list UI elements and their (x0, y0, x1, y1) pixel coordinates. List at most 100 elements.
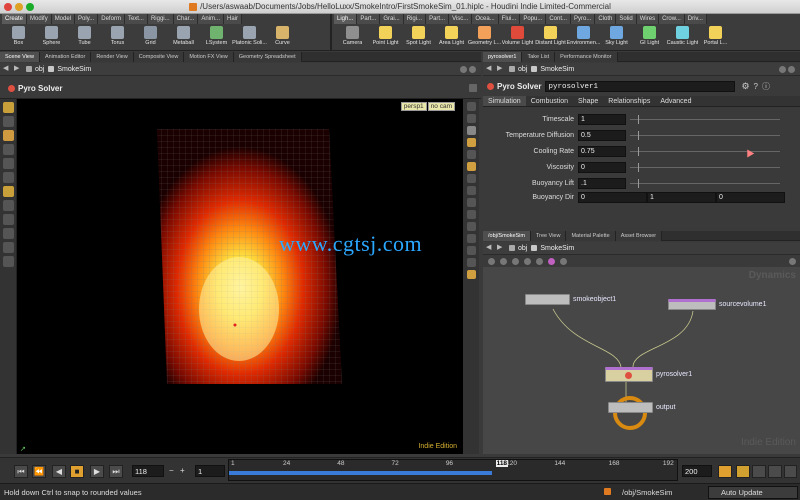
net-path-node[interactable]: SmokeSim (531, 245, 574, 252)
goto-end-button[interactable]: ⏭ (109, 465, 123, 478)
shelf-right-tab-cloth[interactable]: Cloth (595, 14, 617, 24)
stop-button[interactable]: ■ (70, 465, 84, 478)
scale-tool-icon[interactable] (2, 172, 14, 183)
cooling-rate-slider[interactable] (630, 146, 780, 156)
tool-metaball[interactable]: Metaball (167, 25, 200, 51)
shelf-left-tab-create[interactable]: Create (2, 14, 28, 24)
shelf-right-tab-grai[interactable]: Grai... (380, 14, 404, 24)
buoyancy-dir-y-field[interactable]: 1 (647, 191, 716, 203)
play-forward-button[interactable]: ▶ (90, 465, 104, 478)
shelf-right-tab-crow[interactable]: Crow... (659, 14, 685, 24)
shelf-right-tab-ocea[interactable]: Ocea... (472, 14, 499, 24)
snap-icon[interactable] (524, 258, 531, 265)
shelf-right-tab-cont[interactable]: Cont... (546, 14, 572, 24)
param-subtab-combustion[interactable]: Combustion (526, 96, 573, 106)
net-forward-arrow-icon[interactable]: ▶ (497, 244, 505, 252)
node-output[interactable]: output (608, 396, 675, 430)
close-window-button[interactable] (4, 3, 12, 11)
tab-animation-editor[interactable]: Animation Editor (39, 52, 92, 62)
buoyancy-dir-z-field[interactable]: 0 (716, 191, 785, 203)
dependency-icon[interactable] (536, 258, 543, 265)
minimize-window-button[interactable] (15, 3, 23, 11)
forward-arrow-icon[interactable]: ▶ (14, 65, 22, 73)
shading-icon[interactable] (466, 126, 476, 135)
param-subtab-simulation[interactable]: Simulation (483, 96, 526, 106)
net-path-context[interactable]: obj (509, 245, 527, 252)
wire-icon[interactable] (466, 246, 476, 255)
gear-icon[interactable]: ⚙ (741, 81, 749, 92)
param-pin-icon[interactable] (779, 65, 786, 73)
tool-geometry-l[interactable]: Geometry L... (468, 25, 501, 51)
shape-icon[interactable] (560, 258, 567, 265)
persp-button[interactable]: persp1 (400, 102, 427, 111)
key-icon[interactable] (718, 465, 732, 478)
tool-point-light[interactable]: Point Light (369, 25, 402, 51)
param-path-context[interactable]: obj (509, 66, 527, 73)
light-toggle-icon[interactable] (466, 138, 476, 147)
tab-take-list[interactable]: Take List (522, 52, 556, 62)
render-icon[interactable] (466, 270, 476, 279)
layout-icon[interactable] (500, 258, 507, 265)
shelf-left-tab-hair[interactable]: Hair (224, 14, 243, 24)
select-tool-icon[interactable] (2, 102, 14, 113)
status-path[interactable]: /obj/SmokeSim (622, 488, 672, 497)
points-icon[interactable] (466, 174, 476, 183)
tab-motion-fx-view[interactable]: Motion FX View (184, 52, 234, 62)
goto-start-button[interactable]: ⏮ (14, 465, 28, 478)
handle-tool-icon[interactable] (2, 130, 14, 141)
temperature-diffusion-field[interactable]: 0.5 (578, 129, 626, 141)
tool-caustic-light[interactable]: Caustic Light (666, 25, 699, 51)
sculpt-tool-icon[interactable] (2, 228, 14, 239)
net-back-arrow-icon[interactable]: ◀ (486, 244, 494, 252)
viscosity-slider[interactable] (630, 162, 780, 172)
shelf-left-tab-char[interactable]: Char... (173, 14, 199, 24)
ghost-icon[interactable] (466, 162, 476, 171)
bounds-icon[interactable] (466, 222, 476, 231)
decrement-frame-button[interactable]: − (169, 466, 174, 475)
backface-icon[interactable] (466, 258, 476, 267)
lock-camera-icon[interactable] (466, 102, 476, 111)
path-context[interactable]: obj (26, 66, 44, 73)
shelf-right-tab-solid[interactable]: Solid (616, 14, 637, 24)
timeline-bar[interactable]: 1 24 48 72 96 118 120 144 168 192 (228, 459, 678, 481)
temperature-diffusion-slider[interactable] (630, 130, 780, 140)
network-editor[interactable]: Dynamics smokeobject1 sourcevolume1 pyro… (483, 267, 800, 454)
update-mode-dropdown[interactable]: Auto Update (708, 486, 798, 499)
display-options-icon[interactable] (466, 114, 476, 123)
tab-obj-smokesim[interactable]: /obj/SmokeSim (483, 231, 531, 241)
tool-distant-light[interactable]: Distant Light (534, 25, 567, 51)
normals-icon[interactable] (466, 186, 476, 195)
3d-viewport[interactable]: ↗ persp1 no cam www.cgtsj.com Indie Edit… (17, 99, 463, 454)
shelf-right-tab-part[interactable]: Part... (357, 14, 381, 24)
shelf-right-tab-wires[interactable]: Wires (636, 14, 660, 24)
drive-tool-icon[interactable] (2, 242, 14, 253)
tool-sphere[interactable]: Sphere (35, 25, 68, 51)
autokey-icon[interactable] (736, 465, 750, 478)
tab-tree-view[interactable]: Tree View (531, 231, 567, 241)
rotate-tool-icon[interactable] (2, 158, 14, 169)
view-icon[interactable] (789, 258, 796, 265)
uv-icon[interactable] (466, 198, 476, 207)
buoyancy-lift-slider[interactable] (630, 178, 780, 188)
zoom-window-button[interactable] (26, 3, 34, 11)
param-subtab-relationships[interactable]: Relationships (603, 96, 655, 106)
numbers-icon[interactable] (466, 210, 476, 219)
shelf-left-tab-poly[interactable]: Poly... (75, 14, 99, 24)
tool-volume-light[interactable]: Volume Light (501, 25, 534, 51)
shelf-left-tab-model[interactable]: Model (51, 14, 76, 24)
param-path-node[interactable]: SmokeSim (531, 66, 574, 73)
tab-render-view[interactable]: Render View (91, 52, 134, 62)
node-smokeobject1[interactable]: smokeobject1 (525, 294, 616, 305)
help-icon[interactable]: ? (754, 82, 758, 91)
particles-icon[interactable] (466, 234, 476, 243)
viewport-options-icon[interactable] (469, 84, 477, 92)
magnet-tool-icon[interactable] (2, 214, 14, 225)
tab-material-palette[interactable]: Material Palette (566, 231, 616, 241)
paint-tool-icon[interactable] (2, 256, 14, 267)
color-icon[interactable] (548, 258, 555, 265)
tool-area-light[interactable]: Area Light (435, 25, 468, 51)
node-sourcevolume1[interactable]: sourcevolume1 (668, 299, 766, 310)
shelf-left-tab-text[interactable]: Text... (124, 14, 148, 24)
link-icon[interactable] (469, 65, 476, 73)
shelf-right-tab-popu[interactable]: Popu... (520, 14, 547, 24)
